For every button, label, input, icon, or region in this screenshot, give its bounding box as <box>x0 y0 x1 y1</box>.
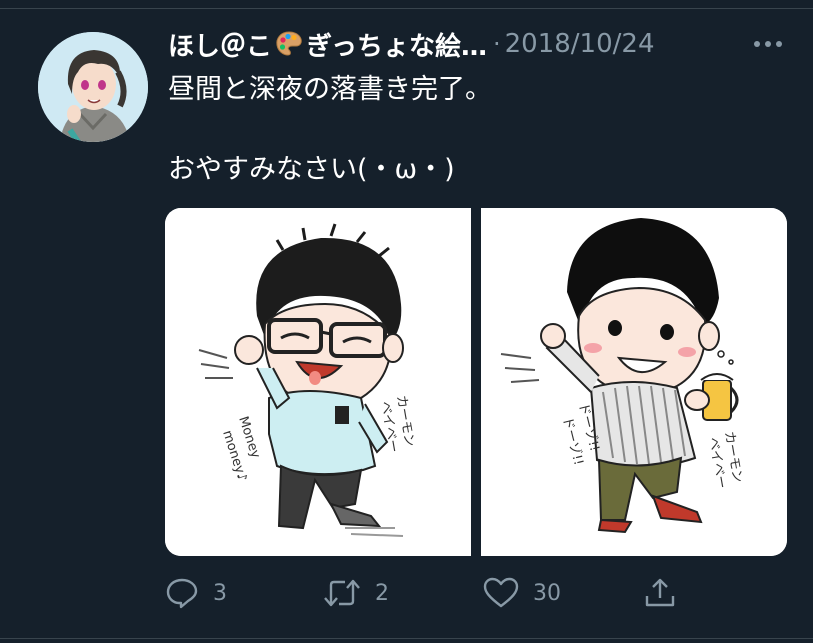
retweet-count: 2 <box>375 580 389 606</box>
avatar-illustration <box>38 32 148 142</box>
more-icon[interactable] <box>748 28 788 60</box>
tweet-date[interactable]: 2018/10/24 <box>505 29 655 59</box>
bottom-divider <box>0 638 813 639</box>
media-image-left[interactable]: カーモン ベイベー Money money♪ <box>165 208 471 556</box>
like-button[interactable]: 30 <box>483 576 561 610</box>
reply-button[interactable]: 3 <box>165 576 227 610</box>
tweet-header: ほし＠こ ぎっちょな絵… · 2018/10/24 <box>168 24 654 64</box>
share-button[interactable] <box>643 576 677 610</box>
retweet-icon <box>323 576 361 610</box>
reply-icon <box>165 576 199 610</box>
left-illustration: カーモン ベイベー Money money♪ <box>165 208 471 556</box>
like-count: 30 <box>533 580 561 606</box>
tweet-media: カーモン ベイベー Money money♪ カーモン ベイベー ドーゾ!! ド… <box>165 208 787 556</box>
palette-emoji-icon <box>274 29 304 59</box>
tweet-text: 昼間と深夜の落書き完了。 おやすみなさい(・ω・) <box>168 74 492 185</box>
heart-icon <box>483 576 519 610</box>
author-name-suffix[interactable]: ぎっちょな絵… <box>306 26 487 63</box>
media-image-right[interactable]: カーモン ベイベー ドーゾ!! ドーゾ!! <box>481 208 787 556</box>
tweet-actions: 3 2 30 <box>165 572 685 616</box>
header-separator: · <box>492 30 501 58</box>
reply-count: 3 <box>213 580 227 606</box>
top-divider <box>0 0 813 9</box>
share-icon <box>643 576 677 610</box>
author-name[interactable]: ほし＠こ <box>168 26 272 63</box>
author-avatar[interactable] <box>38 32 148 142</box>
right-illustration: カーモン ベイベー ドーゾ!! ドーゾ!! <box>481 208 787 556</box>
retweet-button[interactable]: 2 <box>323 576 389 610</box>
